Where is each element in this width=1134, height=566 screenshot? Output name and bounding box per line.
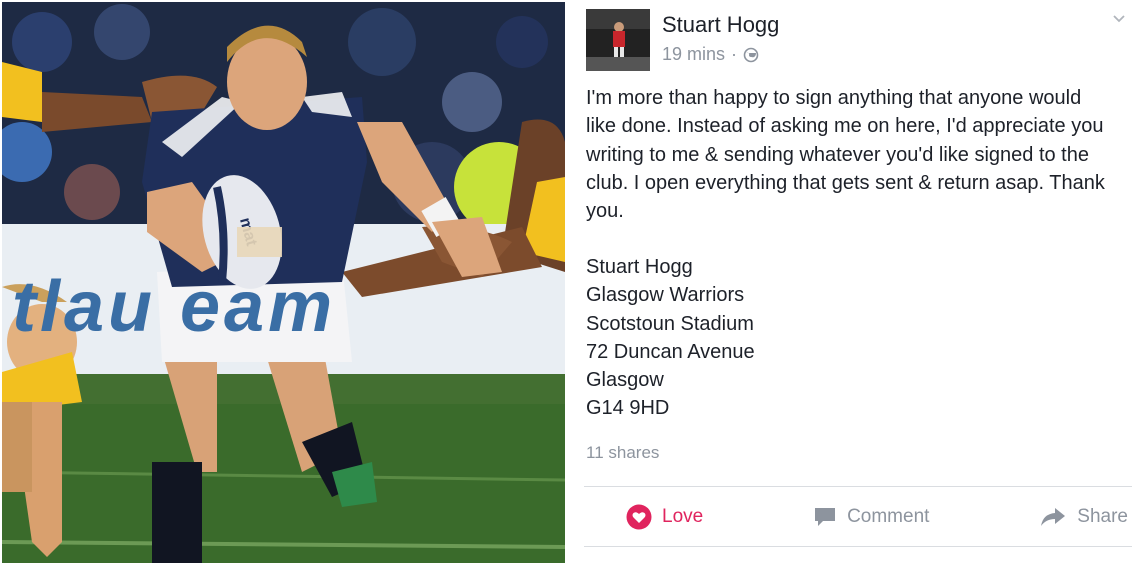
avatar[interactable] [586, 9, 650, 71]
heart-icon [626, 504, 652, 530]
post-body: I'm more than happy to sign anything tha… [586, 87, 1105, 223]
meta-separator: · [731, 44, 738, 64]
ad-board-text: tlaи eam [12, 267, 337, 347]
chevron-down-icon[interactable] [1112, 12, 1126, 26]
share-arrow-icon [1041, 508, 1066, 526]
address-line: 72 Duncan Avenue [586, 340, 755, 363]
love-label: Love [662, 506, 704, 527]
facebook-post: Stuart Hogg 19 mins · I'm more than happ… [570, 0, 1134, 566]
post-address: Stuart Hogg Glasgow Warriors Scotstoun S… [586, 253, 986, 423]
comment-label: Comment [847, 506, 930, 527]
comment-button[interactable]: Comment [793, 506, 949, 528]
rugby-photo: mat tlaи eam [2, 2, 565, 563]
share-label: Share [1077, 506, 1128, 527]
divider [584, 486, 1132, 487]
address-line: Scotstoun Stadium [586, 312, 754, 335]
shares-count[interactable]: 11 shares [586, 443, 659, 463]
love-button[interactable]: Love [584, 504, 723, 530]
author-name[interactable]: Stuart Hogg [662, 12, 779, 38]
share-button[interactable]: Share [1019, 506, 1132, 528]
address-line: Glasgow [586, 369, 664, 392]
post-meta: 19 mins · [662, 44, 759, 65]
divider [584, 546, 1132, 547]
post-time[interactable]: 19 mins [662, 44, 725, 65]
address-line: G14 9HD [586, 397, 670, 420]
address-line: Glasgow Warriors [586, 284, 745, 307]
globe-icon [743, 47, 759, 62]
action-bar: Love Comment Share [584, 496, 1132, 538]
comment-icon [815, 508, 836, 526]
address-line: Stuart Hogg [586, 256, 693, 278]
player-sock-left [152, 462, 202, 563]
